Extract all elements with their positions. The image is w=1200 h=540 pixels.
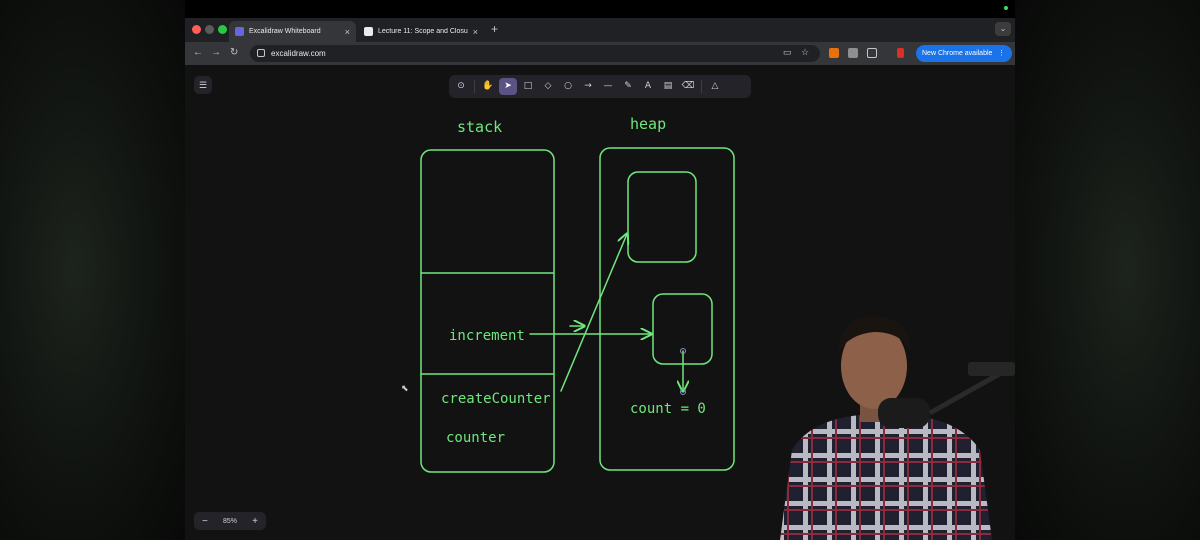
heap-box[interactable] (599, 147, 735, 471)
heap-label[interactable]: heap (630, 115, 666, 133)
extensions-puzzle-icon[interactable] (867, 48, 877, 58)
video-top-strip (185, 0, 1015, 18)
ellipse-icon[interactable]: ○ (559, 78, 577, 95)
image-icon[interactable]: ▤ (659, 78, 677, 95)
microphone (878, 398, 930, 428)
reload-icon[interactable]: ↻ (230, 47, 238, 58)
stack-label[interactable]: stack (457, 118, 502, 136)
excalidraw-icon (235, 27, 244, 36)
tab-title: Lecture 11: Scope and Closu (378, 28, 468, 35)
toolbar-divider (474, 80, 475, 93)
tab-lecture[interactable]: Lecture 11: Scope and Closu × (358, 21, 484, 42)
more-tools-icon[interactable]: △ (706, 78, 724, 95)
stack-box[interactable] (420, 149, 555, 473)
site-info-icon[interactable] (257, 49, 265, 57)
cast-icon[interactable]: ▭ (783, 47, 792, 58)
close-window-button[interactable] (192, 25, 201, 34)
counter-label[interactable]: counter (446, 430, 505, 446)
rectangle-icon[interactable]: □ (519, 78, 537, 95)
update-button-label: New Chrome available (922, 50, 993, 57)
back-icon[interactable]: ← (193, 47, 203, 58)
video-background-right (1015, 0, 1200, 540)
lock-icon[interactable]: ⊙ (452, 78, 470, 95)
extension-icon[interactable] (848, 48, 858, 58)
eraser-icon[interactable]: ⌫ (679, 78, 697, 95)
new-tab-button[interactable]: + (491, 22, 498, 36)
zoom-controls: − 85% + (194, 512, 266, 530)
mouse-cursor-icon: ⬉ (401, 383, 409, 393)
text-icon[interactable]: A (639, 78, 657, 95)
diamond-icon[interactable]: ◇ (539, 78, 557, 95)
extension-icon[interactable] (829, 48, 839, 58)
tab-search-icon[interactable]: ⌄ (995, 22, 1011, 36)
tab-bar: Excalidraw Whiteboard × Lecture 11: Scop… (185, 18, 1015, 42)
heap-object-box[interactable] (627, 171, 697, 263)
recording-indicator (1004, 6, 1008, 10)
count-label[interactable]: count = 0 (630, 401, 706, 417)
selection-icon[interactable]: ➤ (499, 78, 517, 95)
draw-icon[interactable]: ✎ (619, 78, 637, 95)
arrow-icon[interactable]: → (579, 78, 597, 95)
profile-icon[interactable] (897, 48, 904, 58)
zoom-in-button[interactable]: + (252, 516, 258, 527)
forward-icon[interactable]: → (211, 47, 221, 58)
create-counter-arrow[interactable] (560, 234, 627, 392)
excalidraw-toolbar: ⊙ ✋ ➤ □ ◇ ○ → — ✎ A ▤ ⌫ △ (449, 75, 751, 98)
notion-icon (364, 27, 373, 36)
close-tab-icon[interactable]: × (473, 27, 478, 37)
hamburger-icon[interactable]: ☰ (194, 76, 212, 94)
chrome-update-button[interactable]: New Chrome available ⋮ (916, 45, 1012, 62)
zoom-out-button[interactable]: − (202, 516, 208, 527)
tab-excalidraw[interactable]: Excalidraw Whiteboard × (229, 21, 356, 42)
bookmark-star-icon[interactable]: ☆ (801, 47, 809, 58)
more-menu-icon[interactable]: ⋮ (998, 45, 1005, 62)
increment-label[interactable]: increment (449, 328, 525, 344)
toolbar-divider (701, 80, 702, 93)
url-field[interactable]: excalidraw.com (250, 45, 820, 62)
address-bar: ← → ↻ excalidraw.com ▭ ☆ New Chrome avai… (185, 42, 1015, 65)
presenter-shirt (780, 415, 992, 540)
presenter-webcam-overlay (780, 316, 1015, 540)
maximize-window-button[interactable] (218, 25, 227, 34)
video-background-left (0, 0, 185, 540)
minimize-window-button[interactable] (205, 25, 214, 34)
line-icon[interactable]: — (599, 78, 617, 95)
mic-arm-clamp (968, 362, 1015, 376)
url-text: excalidraw.com (271, 49, 326, 58)
tab-title: Excalidraw Whiteboard (249, 28, 321, 35)
close-tab-icon[interactable]: × (345, 27, 350, 37)
zoom-level[interactable]: 85% (223, 518, 237, 525)
hand-icon[interactable]: ✋ (479, 78, 497, 95)
create-counter-label[interactable]: createCounter (441, 391, 551, 407)
